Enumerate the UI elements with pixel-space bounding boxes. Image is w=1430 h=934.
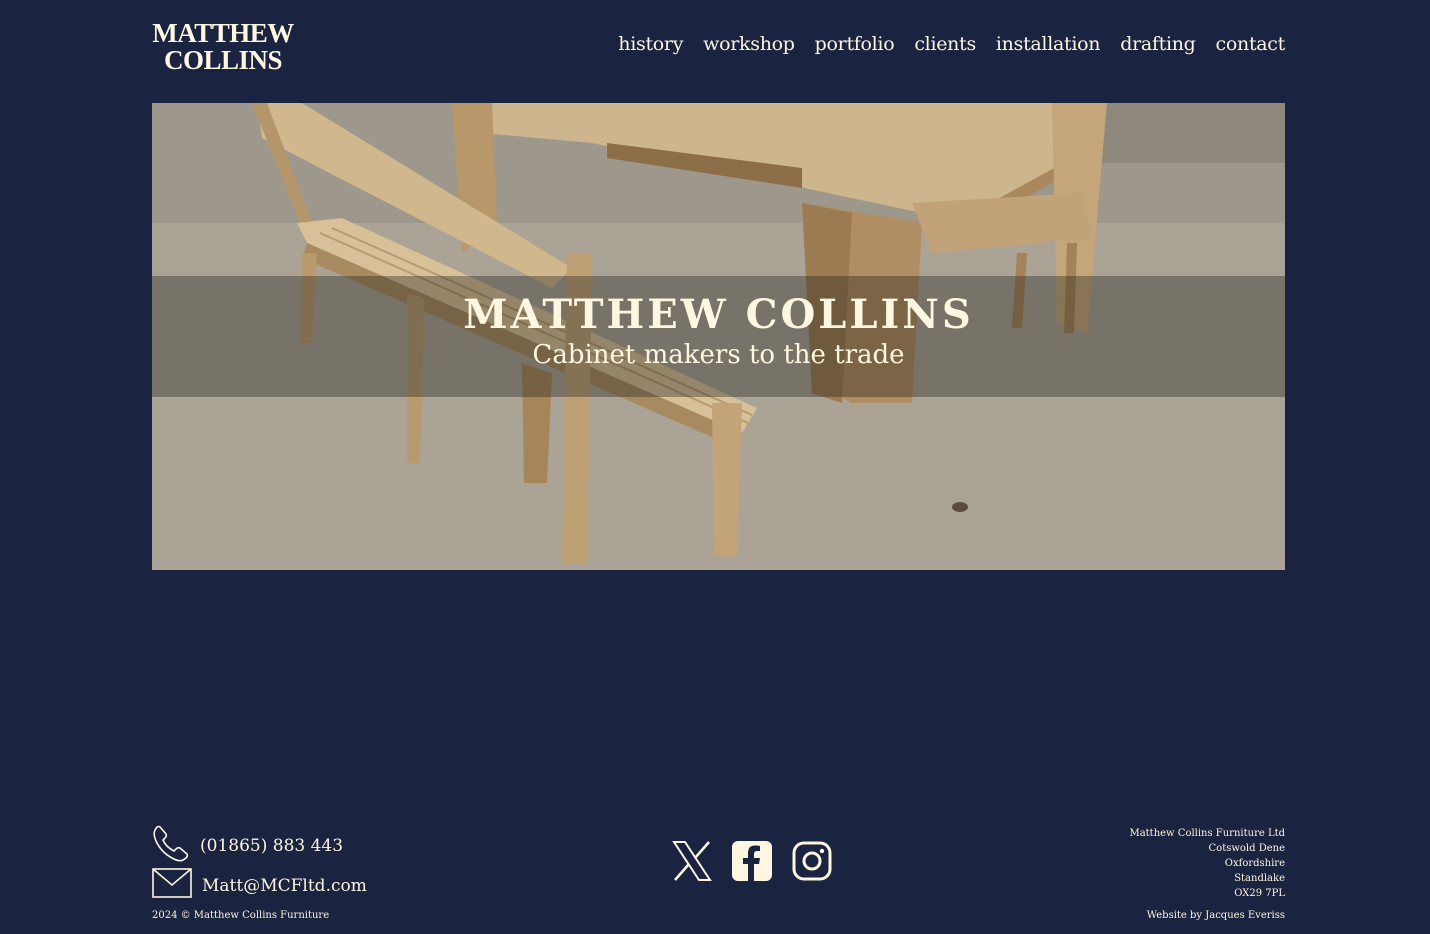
hero-title: MATTHEW COLLINS [463, 291, 974, 338]
copyright: 2024 © Matthew Collins Furniture [152, 910, 330, 921]
company-address: Matthew Collins Furniture Ltd Cotswold D… [1129, 826, 1285, 901]
phone-number[interactable]: (01865) 883 443 [200, 836, 343, 856]
nav-workshop[interactable]: workshop [703, 33, 795, 55]
phone-contact[interactable]: (01865) 883 443 [152, 824, 343, 867]
x-icon[interactable] [672, 841, 712, 885]
hero-banner: MATTHEW COLLINS Cabinet makers to the tr… [152, 103, 1285, 570]
address-line: Oxfordshire [1224, 858, 1285, 869]
nav-clients[interactable]: clients [914, 33, 976, 55]
address-line: Standlake [1234, 873, 1285, 884]
email-contact[interactable]: Matt@MCFltd.com [152, 868, 367, 903]
website-credit[interactable]: Website by Jacques Everiss [1147, 910, 1285, 921]
page: MATTHEW COLLINS history workshop portfol… [0, 0, 1430, 934]
nav-installation[interactable]: installation [996, 33, 1101, 55]
envelope-icon [152, 868, 192, 903]
address-line: OX29 7PL [1234, 888, 1285, 899]
social-links [672, 841, 832, 885]
instagram-icon[interactable] [792, 841, 832, 885]
nav-contact[interactable]: contact [1216, 33, 1286, 55]
logo-line-1: MATTHEW [152, 18, 294, 48]
email-address[interactable]: Matt@MCFltd.com [202, 876, 367, 896]
site-logo[interactable]: MATTHEW COLLINS [152, 20, 294, 74]
nav-history[interactable]: history [618, 33, 683, 55]
phone-icon [152, 824, 190, 867]
main-nav: history workshop portfolio clients insta… [618, 33, 1285, 55]
address-line: Matthew Collins Furniture Ltd [1129, 828, 1285, 839]
nav-portfolio[interactable]: portfolio [815, 33, 895, 55]
nav-drafting[interactable]: drafting [1120, 33, 1196, 55]
logo-line-2: COLLINS [163, 45, 283, 75]
address-line: Cotswold Dene [1208, 843, 1285, 854]
hero-subtitle: Cabinet makers to the trade [532, 340, 905, 370]
facebook-icon[interactable] [732, 841, 772, 885]
